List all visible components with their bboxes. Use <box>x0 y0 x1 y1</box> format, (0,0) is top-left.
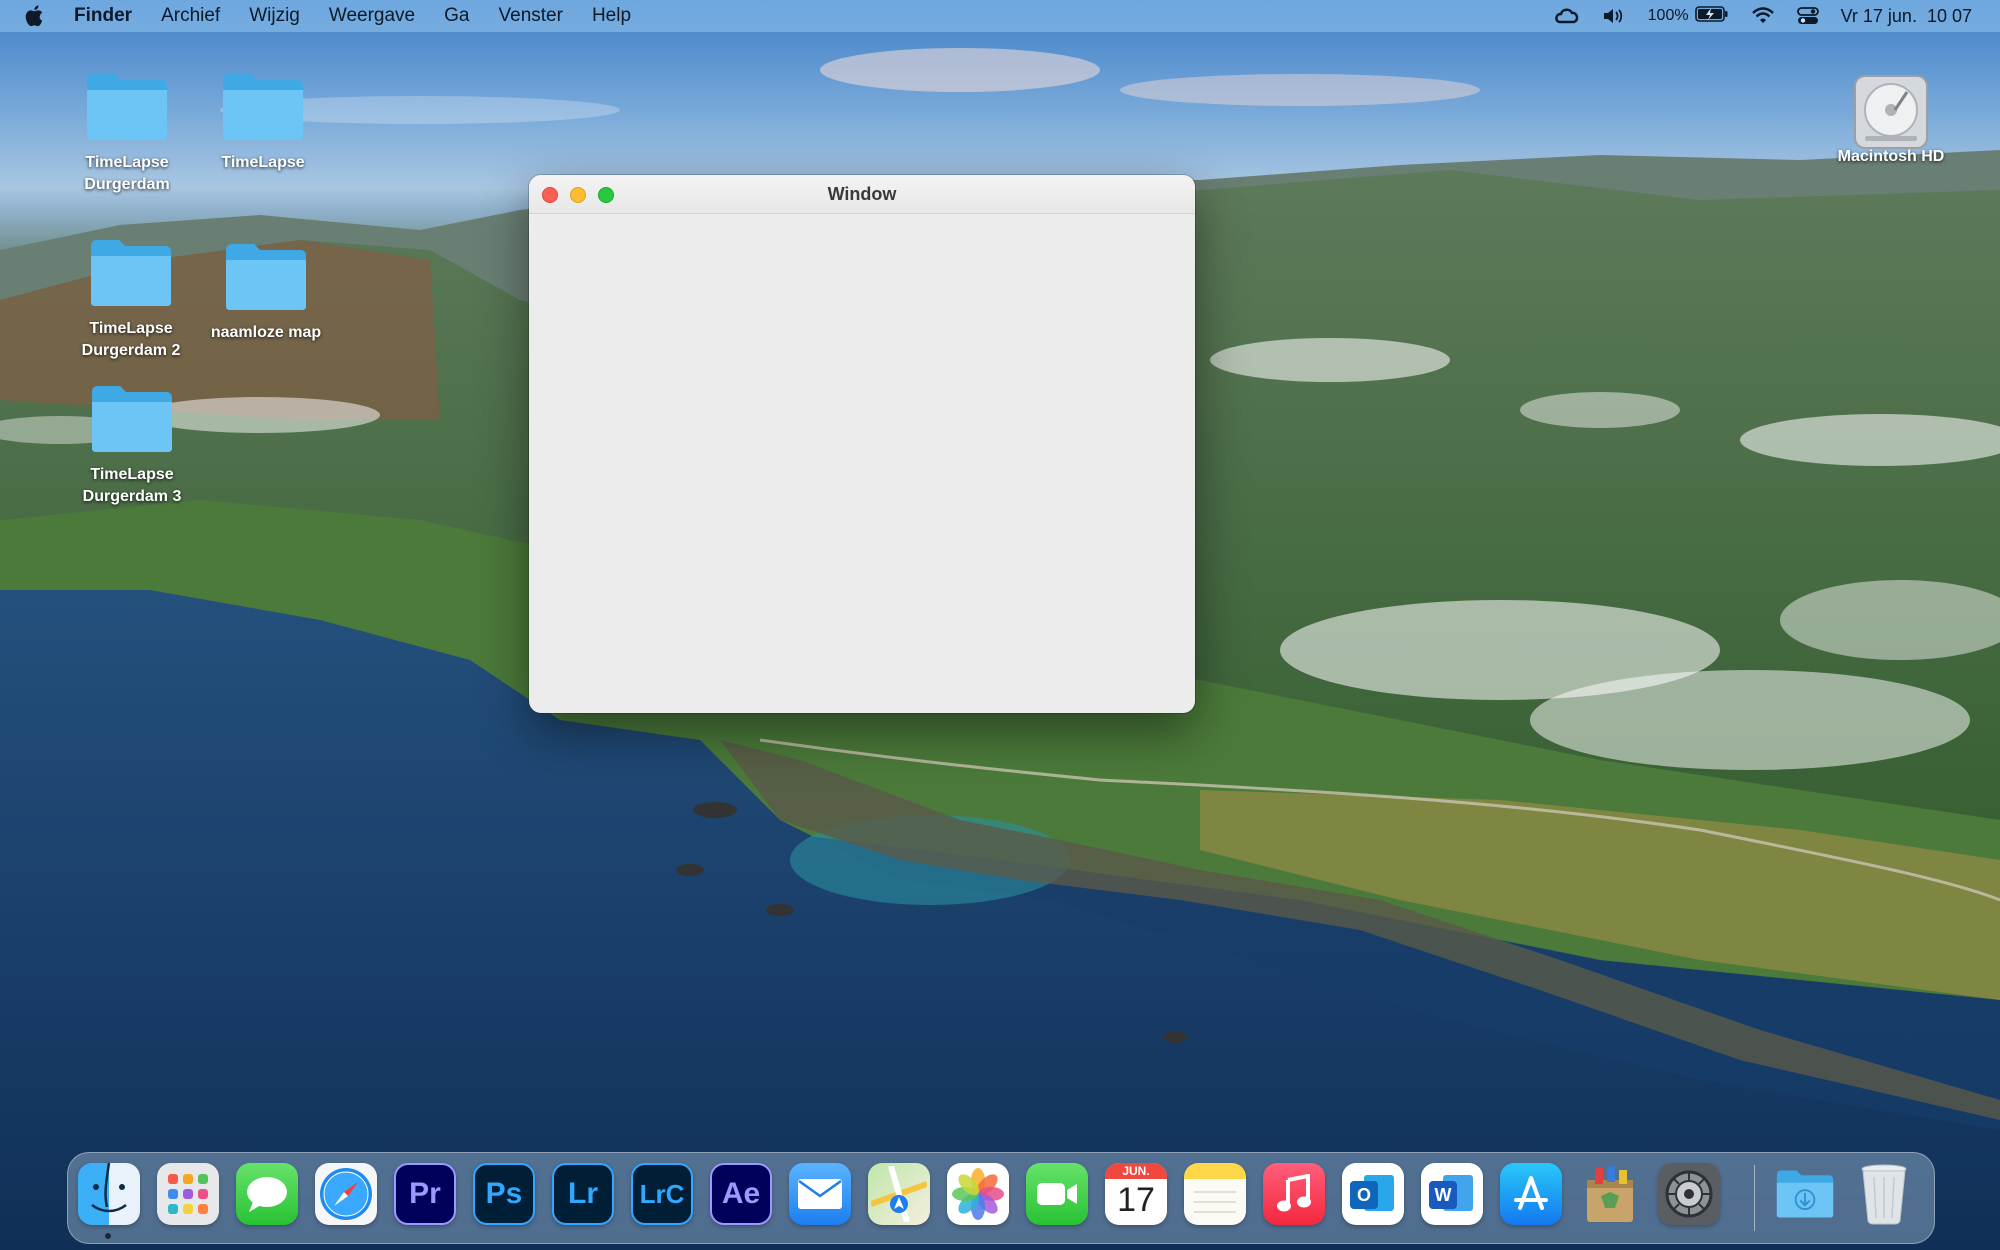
dock-trash-icon[interactable] <box>1853 1163 1915 1225</box>
dock-separator <box>1754 1165 1755 1231</box>
calendar-month: JUN. <box>1105 1163 1167 1179</box>
folder-icon <box>87 236 175 310</box>
menu-bar: Finder Archief Wijzig Weergave Ga Venste… <box>0 0 2000 32</box>
dock-lightroom-label: Lr <box>568 1177 598 1210</box>
desktop-icon-label: naamloze map <box>210 324 322 341</box>
menu-weergave[interactable]: Weergave <box>329 5 415 27</box>
desktop-disk-macintosh-hd[interactable]: Macintosh HD <box>1816 70 1966 168</box>
apple-menu-icon[interactable] <box>24 5 52 27</box>
dock-premiere-pro-label: Pr <box>409 1177 441 1210</box>
hard-drive-icon <box>1847 70 1935 149</box>
dock-calendar-icon[interactable]: JUN. 17 <box>1105 1163 1167 1225</box>
desktop-folder-naamloze-map[interactable]: naamloze map <box>191 240 341 344</box>
battery-percent: 100% <box>1647 7 1689 24</box>
wifi-icon[interactable] <box>1751 7 1775 25</box>
dock-notes-icon[interactable] <box>1184 1163 1246 1225</box>
desktop-folder-timelapse-durgerdam-2[interactable]: TimeLapse Durgerdam 2 <box>56 236 206 362</box>
dock-outlook-icon[interactable]: O <box>1342 1163 1404 1225</box>
desktop-icon-label: TimeLapse Durgerdam 2 <box>81 320 181 359</box>
dock-after-effects-icon[interactable]: Ae <box>710 1163 772 1225</box>
folder-icon <box>88 382 176 456</box>
menu-archief[interactable]: Archief <box>161 5 220 27</box>
desktop-folder-timelapse-durgerdam-3[interactable]: TimeLapse Durgerdam 3 <box>57 382 207 508</box>
dock-finder-icon[interactable] <box>78 1163 140 1225</box>
dock-lightroom-classic-label: LrC <box>639 1178 685 1209</box>
dock-after-effects-label: Ae <box>721 1177 761 1210</box>
window-title: Window <box>827 184 897 204</box>
menu-help[interactable]: Help <box>592 5 631 27</box>
volume-icon[interactable] <box>1602 6 1626 26</box>
dock-maps-icon[interactable] <box>868 1163 930 1225</box>
dock-app-store-icon[interactable] <box>1500 1163 1562 1225</box>
menubar-clock[interactable]: Vr 17 jun. 10 07 <box>1841 6 1972 27</box>
dock-safari-icon[interactable] <box>315 1163 377 1225</box>
dock-launchpad-icon[interactable] <box>157 1163 219 1225</box>
dock-messages-icon[interactable] <box>236 1163 298 1225</box>
menu-ga[interactable]: Ga <box>444 5 469 27</box>
dock-word-icon[interactable]: W <box>1421 1163 1483 1225</box>
dock-mail-icon[interactable] <box>789 1163 851 1225</box>
dock-lightroom-icon[interactable]: Lr <box>552 1163 614 1225</box>
menu-finder[interactable]: Finder <box>74 5 132 27</box>
dock-downloads-folder-icon[interactable] <box>1774 1163 1836 1225</box>
dock-photoshop-label: Ps <box>485 1177 523 1210</box>
dock-facetime-icon[interactable] <box>1026 1163 1088 1225</box>
dock-photoshop-icon[interactable]: Ps <box>473 1163 535 1225</box>
creative-cloud-icon[interactable] <box>1554 6 1580 26</box>
folder-icon <box>83 70 171 144</box>
dock-word-label: W <box>1434 1184 1452 1205</box>
app-window: Window <box>529 175 1195 713</box>
folder-icon <box>222 240 310 314</box>
desktop-icon-label: TimeLapse Durgerdam 3 <box>82 466 182 505</box>
dock-system-preferences-icon[interactable] <box>1658 1163 1720 1225</box>
menu-wijzig[interactable]: Wijzig <box>249 5 300 27</box>
dock-lightroom-classic-icon[interactable]: LrC <box>631 1163 693 1225</box>
folder-icon <box>219 70 307 144</box>
window-titlebar[interactable]: Window <box>529 175 1195 214</box>
dock-archive-utility-icon[interactable] <box>1579 1163 1641 1225</box>
dock-premiere-pro-icon[interactable]: Pr <box>394 1163 456 1225</box>
desktop-folder-timelapse[interactable]: TimeLapse <box>188 70 338 174</box>
dock-music-icon[interactable] <box>1263 1163 1325 1225</box>
dock-photos-icon[interactable] <box>947 1163 1009 1225</box>
calendar-day: 17 <box>1117 1181 1155 1219</box>
menu-venster[interactable]: Venster <box>499 5 563 27</box>
window-content <box>529 214 1195 713</box>
desktop-icon-label: TimeLapse <box>221 154 305 171</box>
dock: Pr Ps Lr LrC Ae JUN. 17 O W <box>67 1152 1935 1244</box>
desktop-icon-label: TimeLapse Durgerdam <box>84 154 170 193</box>
finder-running-indicator <box>105 1233 111 1239</box>
battery-icon[interactable] <box>1694 5 1729 28</box>
control-center-icon[interactable] <box>1796 6 1819 26</box>
dock-outlook-label: O <box>1356 1184 1371 1205</box>
desktop-folder-timelapse-durgerdam[interactable]: TimeLapse Durgerdam <box>52 70 202 196</box>
